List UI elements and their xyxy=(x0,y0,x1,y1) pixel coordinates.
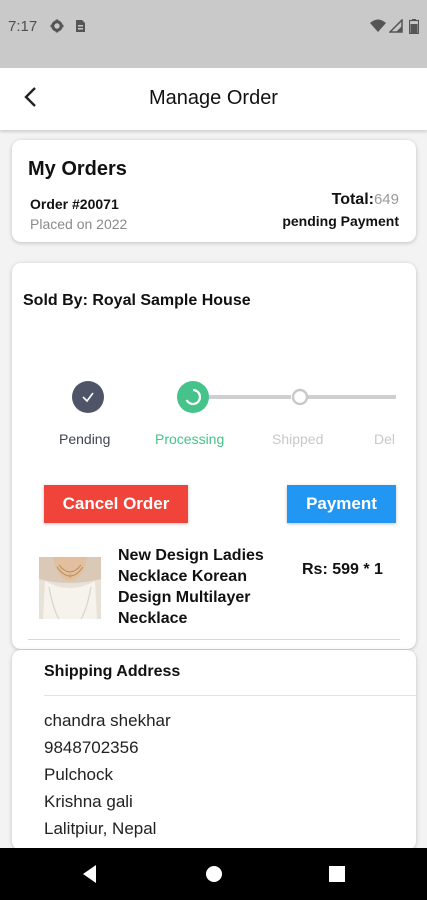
address-city: Lalitpiur, Nepal xyxy=(44,819,157,838)
product-name[interactable]: New Design Ladies Necklace Korean Design… xyxy=(118,545,288,629)
address-name: chandra shekhar xyxy=(44,711,171,730)
address-phone: 9848702356 xyxy=(44,738,139,757)
status-time: 7:17 xyxy=(8,18,38,35)
recents-square-icon[interactable] xyxy=(325,862,349,886)
status-bar: 7:17 xyxy=(0,0,427,68)
orders-summary-card: My Orders Order #20071 Placed on 2022 To… xyxy=(12,140,416,242)
total-value: 649 xyxy=(373,191,399,208)
step-shipped-node xyxy=(291,388,309,406)
order-placed-date: Placed on 2022 xyxy=(30,216,128,232)
orders-title: My Orders xyxy=(28,158,127,180)
shipping-address-title: Shipping Address xyxy=(44,663,181,680)
page-title: Manage Order xyxy=(149,87,278,109)
signal-icon xyxy=(388,18,405,33)
step-label-shipped: Shipped xyxy=(272,431,324,447)
battery-icon xyxy=(408,19,425,35)
wifi-icon xyxy=(370,19,386,33)
app-bar: Manage Order xyxy=(0,68,427,130)
product-price: Rs: 599 * 1 xyxy=(302,561,383,578)
back-triangle-icon[interactable] xyxy=(78,862,102,886)
step-pending-node xyxy=(72,381,104,413)
order-total: Total:649 xyxy=(332,191,399,209)
total-label: Total: xyxy=(331,191,374,208)
system-nav-bar xyxy=(0,848,427,900)
gear-icon xyxy=(50,19,64,33)
payment-status: pending Payment xyxy=(282,213,399,229)
payment-button[interactable]: Payment xyxy=(287,485,396,523)
product-thumbnail[interactable] xyxy=(39,557,101,620)
address-street: Krishna gali xyxy=(44,792,133,811)
shipping-address-card: Shipping Address chandra shekhar 9848702… xyxy=(12,650,416,850)
home-circle-icon[interactable] xyxy=(202,862,226,886)
sim-card-icon xyxy=(74,19,88,33)
necklace-photo-icon xyxy=(39,557,101,620)
order-progress-stepper xyxy=(72,381,396,413)
address-area: Pulchock xyxy=(44,765,113,784)
order-number: Order #20071 xyxy=(30,196,119,212)
step-label-processing: Processing xyxy=(155,431,225,447)
step-label-pending: Pending xyxy=(59,431,111,447)
step-processing-node xyxy=(177,381,209,413)
cancel-order-button[interactable]: Cancel Order xyxy=(44,485,188,523)
divider xyxy=(44,695,416,696)
step-label-delivered: Del xyxy=(374,431,396,447)
sold-by-label: Sold By: Royal Sample House xyxy=(23,292,251,309)
divider xyxy=(28,639,400,640)
order-detail-card: Sold By: Royal Sample House Pending Proc… xyxy=(12,263,416,649)
